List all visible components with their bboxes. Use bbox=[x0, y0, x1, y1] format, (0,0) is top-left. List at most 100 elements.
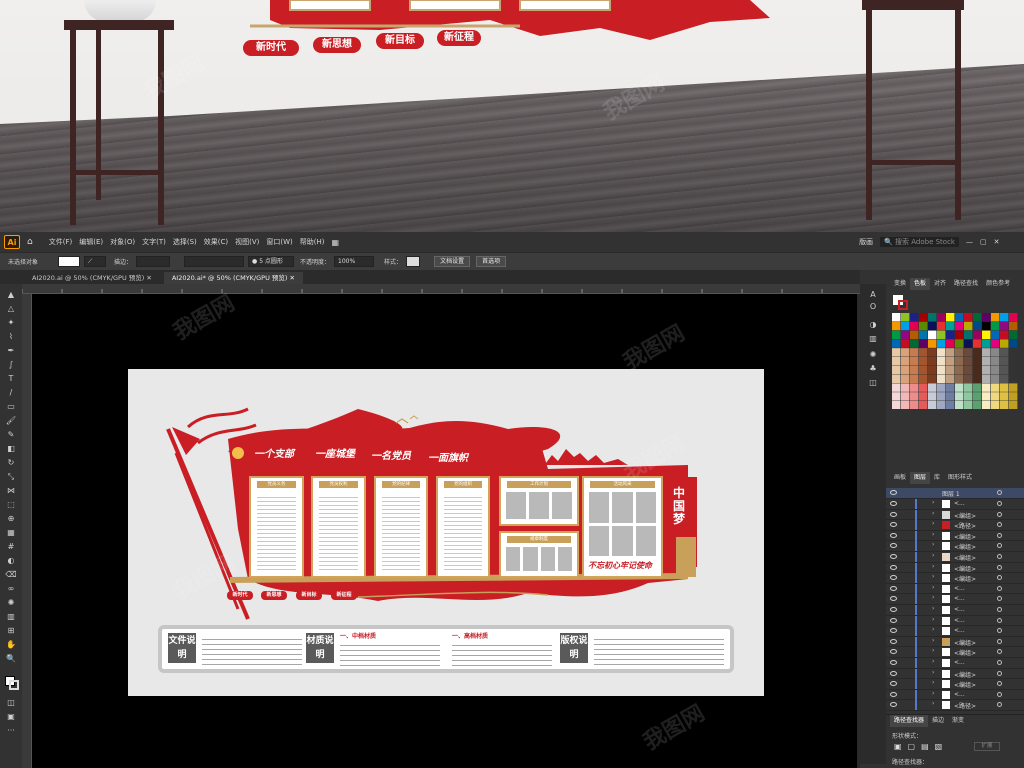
color-swatch[interactable] bbox=[964, 313, 973, 322]
color-swatch[interactable] bbox=[982, 401, 991, 409]
color-swatch[interactable] bbox=[964, 401, 973, 409]
color-swatch[interactable] bbox=[955, 365, 964, 375]
color-swatch[interactable] bbox=[964, 339, 973, 348]
artboard-tool-icon[interactable]: ⊞ bbox=[5, 626, 17, 636]
expand-arrow-icon[interactable]: › bbox=[932, 669, 934, 676]
layer-row[interactable]: › <编组> bbox=[886, 679, 1024, 690]
vertical-ruler[interactable] bbox=[22, 294, 32, 768]
color-swatch[interactable] bbox=[982, 357, 991, 366]
color-swatch[interactable] bbox=[937, 321, 946, 331]
color-swatch[interactable] bbox=[973, 348, 982, 357]
layers-list[interactable]: 图层 1 › <... › <编组> › <路径> › <编组> › <编组> › <编组> › <编组>… bbox=[886, 484, 1024, 711]
tab-align[interactable]: 对齐 bbox=[930, 278, 950, 290]
expand-arrow-icon[interactable]: › bbox=[932, 563, 934, 570]
color-swatch[interactable] bbox=[991, 348, 1000, 357]
menu-window[interactable]: 窗口(W) bbox=[266, 237, 292, 247]
visibility-eye-icon[interactable] bbox=[890, 543, 897, 549]
color-swatch[interactable] bbox=[928, 348, 937, 357]
color-swatch[interactable] bbox=[946, 348, 955, 357]
selection-tool-icon[interactable]: ▲ bbox=[5, 290, 17, 300]
color-swatch[interactable] bbox=[964, 374, 973, 383]
target-icon[interactable] bbox=[997, 585, 1002, 591]
color-swatch[interactable] bbox=[910, 365, 919, 375]
visibility-eye-icon[interactable] bbox=[890, 522, 897, 528]
color-swatch[interactable] bbox=[919, 357, 928, 366]
visibility-eye-icon[interactable] bbox=[890, 585, 897, 591]
search-stock-field[interactable]: 🔍 搜索 Adobe Stock bbox=[880, 237, 959, 247]
brushes-panel-icon[interactable]: ✺ bbox=[867, 350, 879, 360]
target-icon[interactable] bbox=[997, 564, 1002, 570]
color-guide-icon[interactable]: ▥ bbox=[867, 334, 879, 344]
color-swatch[interactable] bbox=[910, 321, 919, 331]
eraser-tool-icon[interactable]: ◧ bbox=[5, 444, 17, 454]
expand-arrow-icon[interactable]: › bbox=[932, 510, 934, 517]
color-swatch[interactable] bbox=[982, 374, 991, 383]
color-swatch[interactable] bbox=[928, 365, 937, 375]
document-setup-button[interactable]: 文档设置 bbox=[434, 256, 471, 267]
tab-swatches[interactable]: 色板 bbox=[910, 278, 931, 290]
tab-pathfinder-bottom[interactable]: 路径查找器 bbox=[890, 715, 929, 727]
workspace-switcher[interactable]: 版画 bbox=[859, 237, 873, 247]
symbols-panel-icon[interactable]: ♣ bbox=[867, 364, 879, 374]
color-swatch[interactable] bbox=[1009, 357, 1018, 366]
tab-gradient[interactable]: 渐变 bbox=[948, 715, 968, 727]
target-icon[interactable] bbox=[997, 575, 1002, 581]
visibility-eye-icon[interactable] bbox=[890, 691, 897, 697]
color-swatch[interactable] bbox=[946, 383, 955, 392]
expand-arrow-icon[interactable]: › bbox=[932, 658, 934, 665]
menu-file[interactable]: 文件(F) bbox=[49, 237, 73, 247]
layer-row[interactable]: › <编组> bbox=[886, 562, 1024, 574]
color-swatch[interactable] bbox=[901, 330, 910, 339]
visibility-eye-icon[interactable] bbox=[890, 670, 897, 676]
stroke-weight-field[interactable] bbox=[136, 256, 171, 267]
color-swatch[interactable] bbox=[937, 392, 946, 401]
rotate-tool-icon[interactable]: ↻ bbox=[5, 458, 17, 468]
minimize-icon[interactable]: — bbox=[966, 238, 973, 246]
color-swatch[interactable] bbox=[946, 321, 955, 331]
expand-arrow-icon[interactable]: › bbox=[932, 626, 934, 633]
menu-help[interactable]: 帮助(H) bbox=[300, 237, 325, 247]
color-swatch[interactable] bbox=[1000, 392, 1009, 401]
color-swatch[interactable] bbox=[928, 339, 937, 348]
color-swatch[interactable] bbox=[955, 313, 964, 322]
layer-row[interactable]: › <编组> bbox=[886, 509, 1024, 521]
brush-definition[interactable]: ● 5 点圆形 bbox=[248, 256, 295, 267]
eyedropper-tool-icon[interactable]: ⌫ bbox=[5, 570, 17, 580]
drawing-modes-icon[interactable]: ◫ bbox=[5, 698, 17, 708]
content-panel[interactable]: 党的组织 bbox=[436, 476, 490, 578]
color-swatch[interactable] bbox=[928, 357, 937, 366]
color-swatch[interactable] bbox=[892, 374, 901, 383]
hand-tool-icon[interactable]: ✋ bbox=[5, 640, 17, 650]
visibility-eye-icon[interactable] bbox=[890, 564, 897, 570]
color-swatch[interactable] bbox=[1000, 339, 1009, 348]
expand-arrow-icon[interactable]: › bbox=[932, 637, 934, 644]
expand-arrow-icon[interactable]: › bbox=[932, 584, 934, 591]
layer-row[interactable]: › <... bbox=[886, 583, 1024, 595]
expand-button[interactable]: 扩展 bbox=[974, 742, 1000, 751]
color-swatch[interactable] bbox=[901, 374, 910, 383]
tab-layers[interactable]: 图层 bbox=[910, 472, 931, 484]
color-swatch[interactable] bbox=[991, 357, 1000, 366]
free-transform-tool-icon[interactable]: ⬚ bbox=[5, 500, 17, 510]
target-icon[interactable] bbox=[997, 490, 1002, 495]
color-panel-icon[interactable]: ◑ bbox=[867, 320, 879, 330]
visibility-eye-icon[interactable] bbox=[890, 490, 897, 495]
graphic-style-swatch[interactable] bbox=[406, 256, 421, 267]
color-swatch[interactable] bbox=[1009, 321, 1018, 331]
type-tool-icon[interactable]: T bbox=[5, 374, 17, 384]
visibility-eye-icon[interactable] bbox=[890, 575, 897, 581]
color-swatch[interactable] bbox=[946, 357, 955, 366]
layer-row[interactable]: › <编组> bbox=[886, 573, 1024, 584]
target-icon[interactable] bbox=[997, 607, 1002, 612]
color-swatch[interactable] bbox=[901, 348, 910, 357]
color-swatch[interactable] bbox=[982, 392, 991, 401]
layer-row[interactable]: › <编组> bbox=[886, 530, 1024, 542]
color-swatch[interactable] bbox=[892, 392, 901, 401]
color-swatch[interactable] bbox=[937, 374, 946, 383]
color-swatch[interactable] bbox=[973, 330, 982, 339]
target-icon[interactable] bbox=[997, 543, 1002, 549]
color-swatch[interactable] bbox=[892, 313, 901, 322]
color-swatch[interactable] bbox=[973, 365, 982, 375]
color-swatch[interactable] bbox=[901, 339, 910, 348]
color-swatch[interactable] bbox=[973, 392, 982, 401]
